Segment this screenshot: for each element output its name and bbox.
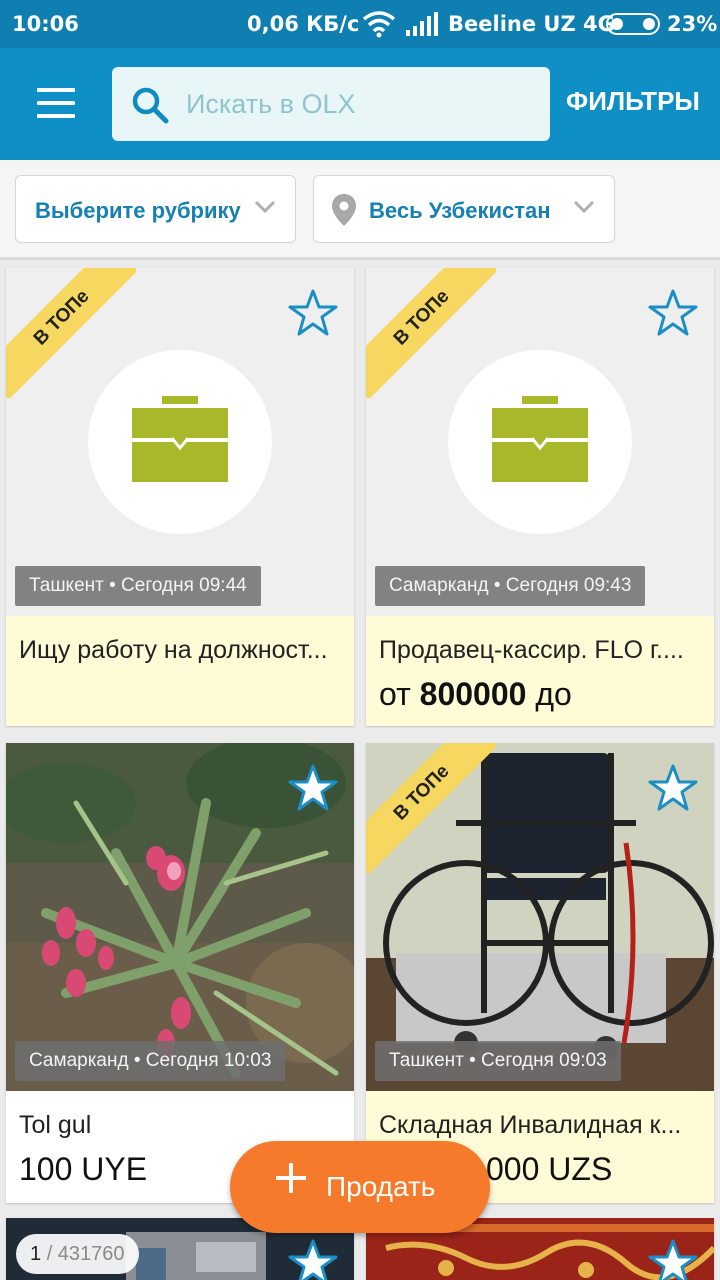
- favorite-star-icon[interactable]: [648, 763, 698, 813]
- location-pin-icon: [332, 194, 356, 226]
- image-counter-total: / 431760: [46, 1243, 125, 1265]
- signal-icon: [406, 12, 438, 36]
- favorite-star-icon[interactable]: [288, 763, 338, 813]
- top-ribbon: В ТОПе: [6, 268, 136, 398]
- price-prefix: от: [379, 676, 411, 712]
- top-badge: В ТОПе: [6, 268, 136, 398]
- favorite-star-icon[interactable]: [288, 288, 338, 338]
- app-bar: ФИЛЬТРЫ: [0, 48, 720, 160]
- top-ribbon: В ТОПе: [366, 743, 496, 873]
- listing-location-time: Самарканд • Сегодня 09:43: [375, 566, 646, 606]
- listing-location-time: Самарканд • Сегодня 10:03: [15, 1041, 286, 1081]
- image-counter: 1 / 431760: [16, 1234, 139, 1274]
- chevron-down-icon: [573, 200, 595, 214]
- top-badge: В ТОПе: [366, 743, 496, 873]
- status-network-speed: 0,06 КБ/с: [247, 12, 360, 36]
- briefcase-icon: [492, 396, 588, 482]
- listing-title: Tol gul: [19, 1111, 92, 1139]
- top-ribbon: В ТОПе: [366, 268, 496, 398]
- sell-button-label: Продать: [326, 1171, 436, 1202]
- listing-image: В ТОПе Ташкент • Сегодня 09:03: [366, 743, 714, 1091]
- listing-image: В ТОПе Ташкент • Сегодня 09:44: [6, 268, 354, 616]
- listing-card[interactable]: В ТОПе Самарканд • Сегодня 09:43 Продаве…: [366, 268, 714, 726]
- image-counter-current: 1: [30, 1243, 42, 1265]
- price-value: 800000: [419, 676, 527, 712]
- filters-button[interactable]: ФИЛЬТРЫ: [566, 86, 700, 117]
- listing-title: Складная Инвалидная к...: [379, 1111, 682, 1139]
- price-suffix: до: [535, 676, 572, 712]
- listing-card[interactable]: Самарканд • Сегодня 10:03 Tol gul 100 UY…: [6, 743, 354, 1203]
- status-bar: 10:06 0,06 КБ/с Beeline UZ 4G 23%: [0, 0, 720, 48]
- listing-price: 000 UZS: [486, 1151, 613, 1187]
- status-battery-percent: 23%: [667, 12, 718, 36]
- chevron-down-icon: [254, 200, 276, 214]
- category-dropdown-label: Выберите рубрику: [35, 198, 241, 223]
- wifi-icon: [362, 11, 396, 38]
- listing-card[interactable]: В ТОПе Ташкент • Сегодня 09:44 Ищу работ…: [6, 268, 354, 726]
- status-time: 10:06: [12, 12, 79, 36]
- listing-info: Продавец-кассир. FLO г.... от 800000 до: [366, 616, 714, 726]
- listing-price: 100 UYE: [19, 1151, 148, 1187]
- favorite-star-icon[interactable]: [648, 288, 698, 338]
- search-icon: [132, 87, 169, 124]
- listing-location-time: Ташкент • Сегодня 09:03: [375, 1041, 621, 1081]
- sell-button[interactable]: Продать: [230, 1141, 490, 1233]
- menu-button[interactable]: [28, 84, 84, 124]
- search-input[interactable]: [186, 67, 536, 141]
- favorite-star-icon[interactable]: [288, 1238, 338, 1280]
- listing-title: Ищу работу на должност...: [19, 636, 328, 664]
- status-carrier: Beeline UZ 4G: [448, 12, 615, 36]
- search-box[interactable]: [112, 67, 550, 141]
- region-dropdown-label: Весь Узбекистан: [369, 198, 551, 223]
- top-badge: В ТОПе: [366, 268, 496, 398]
- plus-icon: [276, 1163, 306, 1193]
- listing-image: В ТОПе Самарканд • Сегодня 09:43: [366, 268, 714, 616]
- listing-location-time: Ташкент • Сегодня 09:44: [15, 566, 261, 606]
- listing-info: Ищу работу на должност...: [6, 616, 354, 726]
- category-dropdown[interactable]: Выберите рубрику: [15, 175, 296, 243]
- region-dropdown[interactable]: Весь Узбекистан: [313, 175, 615, 243]
- listing-card[interactable]: В ТОПе Ташкент • Сегодня 09:03 Складная …: [366, 743, 714, 1203]
- favorite-star-icon[interactable]: [648, 1238, 698, 1280]
- listing-price: от 800000 до: [379, 676, 572, 713]
- filter-bar: Выберите рубрику Весь Узбекистан: [0, 160, 720, 260]
- listing-title: Продавец-кассир. FLO г....: [379, 636, 684, 664]
- listing-image: Самарканд • Сегодня 10:03: [6, 743, 354, 1091]
- hamburger-icon: [37, 88, 75, 92]
- briefcase-icon: [132, 396, 228, 482]
- battery-icon: [606, 13, 660, 35]
